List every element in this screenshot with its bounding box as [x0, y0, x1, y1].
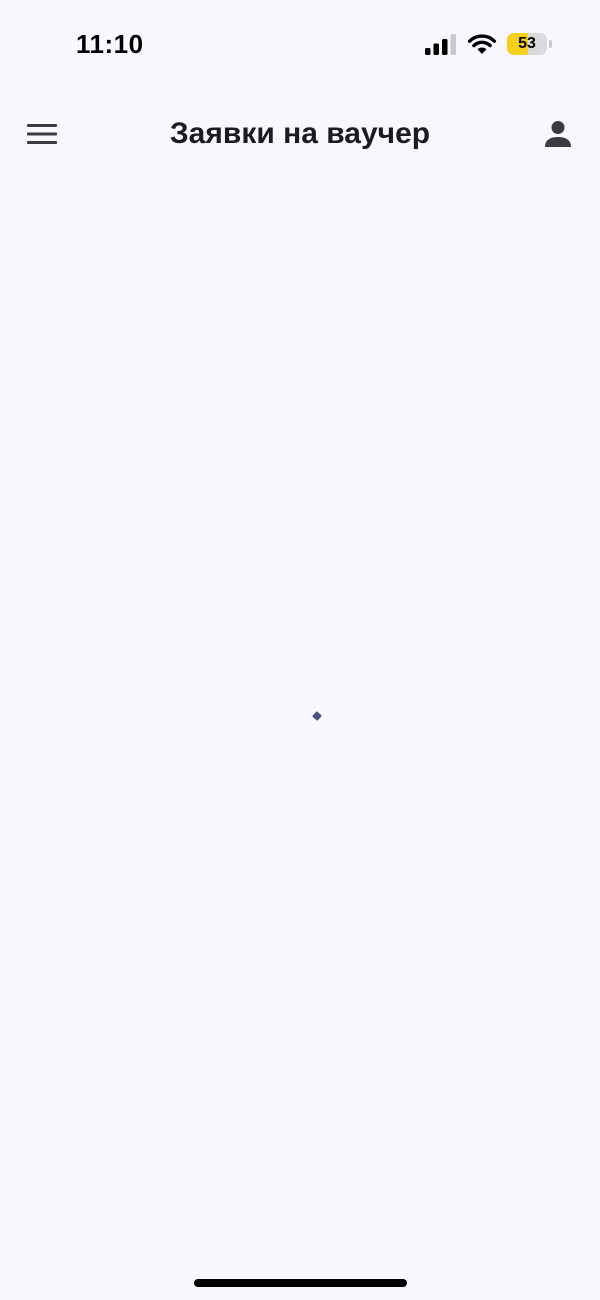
app-bar: Заявки на ваучер [0, 100, 600, 168]
app-screen: 11:10 53 Заявки на ваучер [0, 0, 600, 1300]
battery-cap [549, 40, 552, 48]
profile-button[interactable] [534, 110, 582, 158]
battery-body: 53 [507, 33, 547, 55]
status-bar: 11:10 53 [0, 0, 600, 90]
status-time: 11:10 [76, 29, 144, 59]
person-icon [545, 121, 571, 147]
home-indicator[interactable] [194, 1279, 407, 1287]
battery-indicator: 53 [507, 33, 552, 55]
status-indicators: 53 [425, 30, 552, 58]
battery-level: 53 [518, 35, 536, 52]
menu-button[interactable] [18, 110, 66, 158]
loading-spinner-icon [312, 711, 322, 721]
wifi-icon [467, 34, 497, 54]
content-area [0, 180, 600, 1260]
page-title: Заявки на ваучер [169, 117, 431, 150]
cellular-signal-icon [425, 34, 456, 55]
hamburger-menu-icon [27, 124, 57, 144]
